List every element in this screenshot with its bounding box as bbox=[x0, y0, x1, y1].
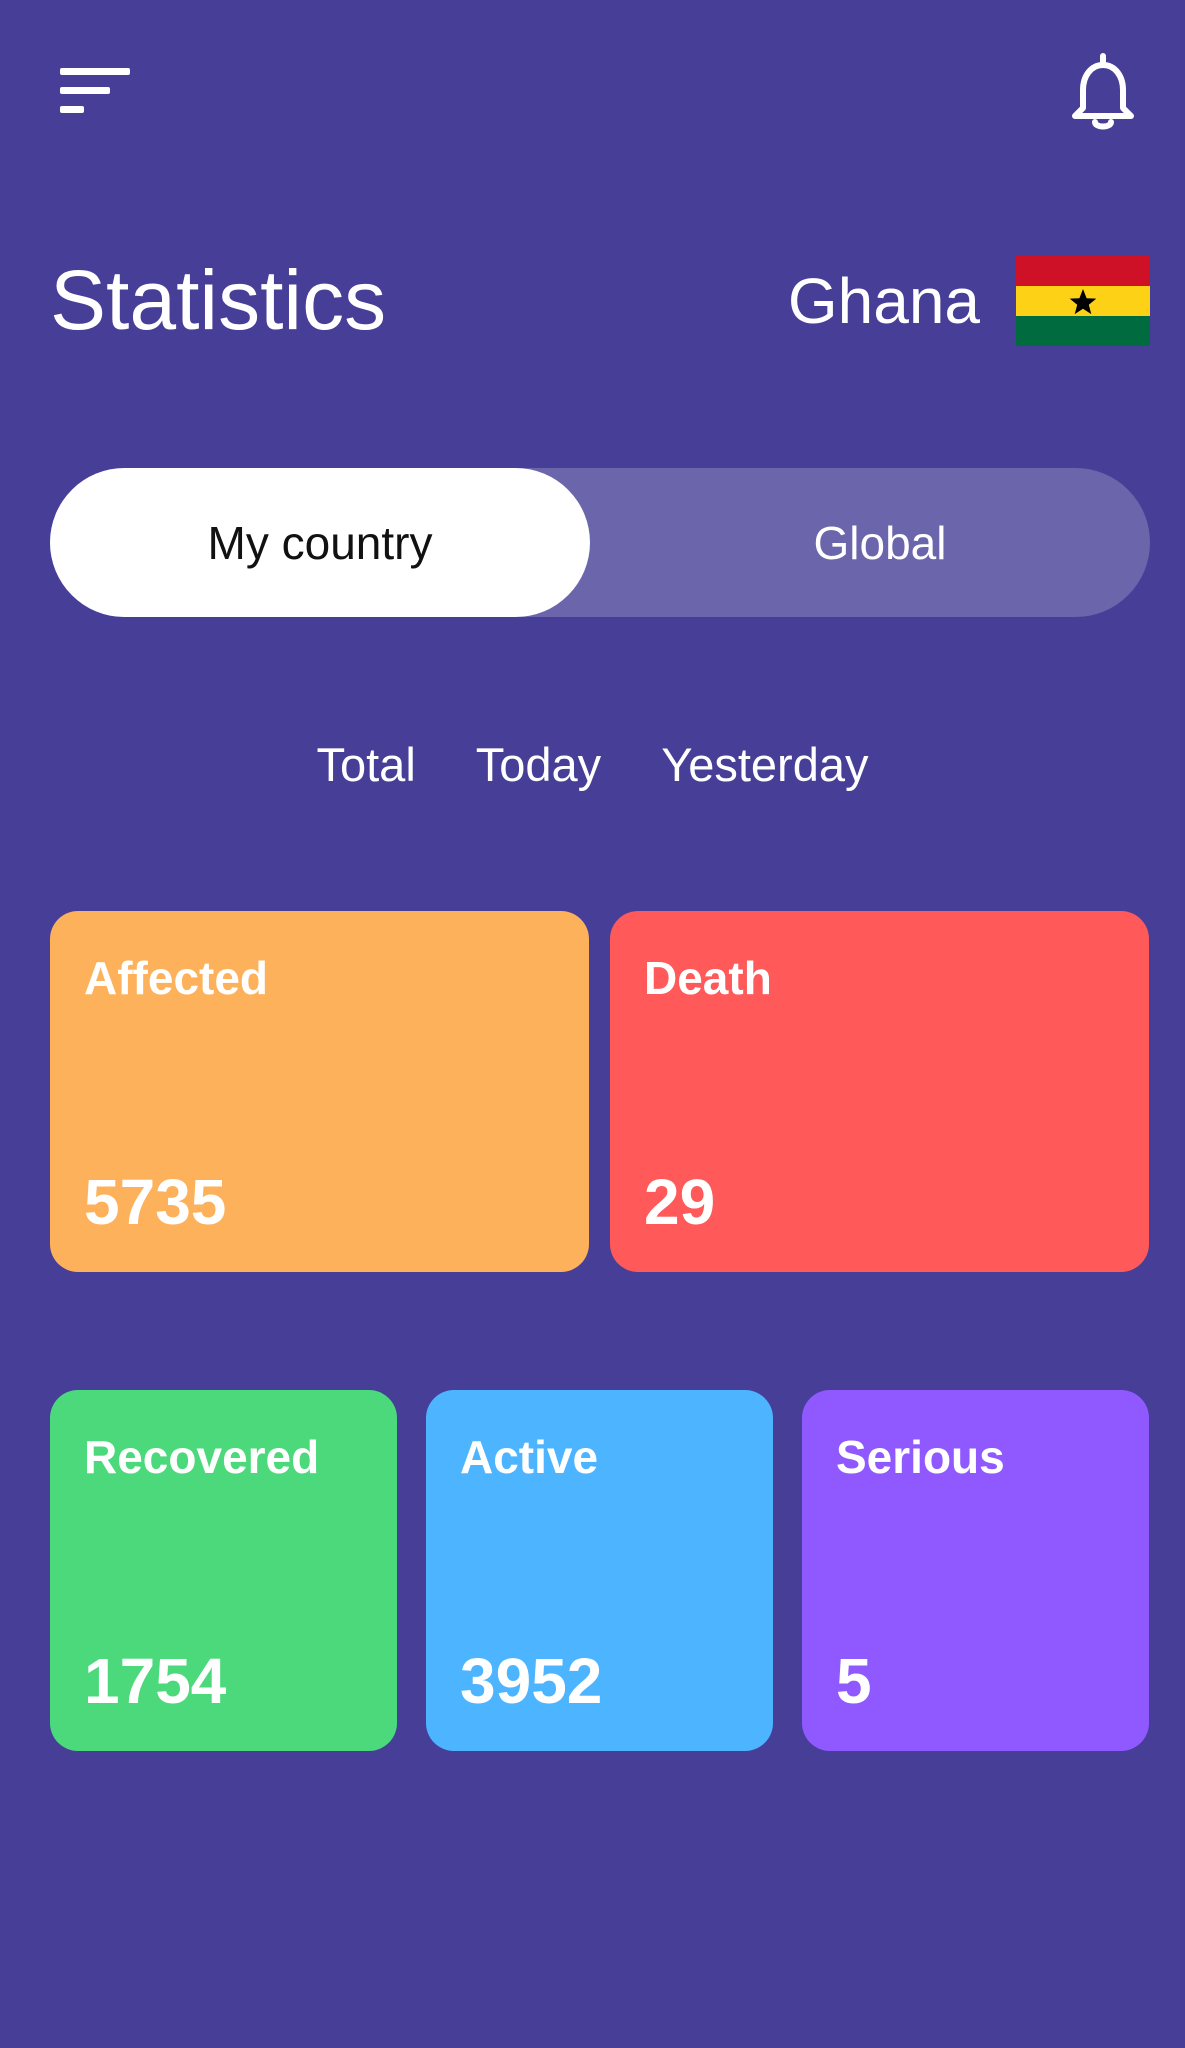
tab-my-country[interactable]: My country bbox=[50, 468, 590, 617]
recovered-card: Recovered 1754 bbox=[50, 1390, 397, 1751]
tab-global[interactable]: Global bbox=[610, 468, 1150, 617]
ghana-flag-icon bbox=[1016, 256, 1150, 346]
death-card: Death 29 bbox=[610, 911, 1149, 1272]
tab-yesterday[interactable]: Yesterday bbox=[661, 730, 868, 800]
tab-today[interactable]: Today bbox=[476, 730, 601, 800]
active-label: Active bbox=[460, 1431, 599, 1483]
death-value: 29 bbox=[644, 1166, 716, 1238]
affected-label: Affected bbox=[84, 952, 269, 1004]
menu-icon[interactable] bbox=[60, 68, 130, 116]
affected-card: Affected 5735 bbox=[50, 911, 589, 1272]
active-value: 3952 bbox=[460, 1645, 603, 1717]
serious-label: Serious bbox=[836, 1431, 1005, 1483]
death-label: Death bbox=[644, 952, 772, 1004]
scope-toggle: My country Global bbox=[50, 468, 1150, 617]
bell-icon[interactable] bbox=[1070, 52, 1136, 132]
page-title: Statistics bbox=[50, 253, 387, 347]
recovered-value: 1754 bbox=[84, 1645, 227, 1717]
period-tabs: Total Today Yesterday bbox=[0, 730, 1185, 800]
menu-line bbox=[60, 87, 110, 94]
country-selector[interactable]: Ghana bbox=[788, 256, 1150, 346]
menu-line bbox=[60, 68, 130, 75]
active-card: Active 3952 bbox=[426, 1390, 773, 1751]
recovered-label: Recovered bbox=[84, 1431, 320, 1483]
serious-card: Serious 5 bbox=[802, 1390, 1149, 1751]
tab-total[interactable]: Total bbox=[316, 730, 415, 800]
serious-value: 5 bbox=[836, 1645, 872, 1717]
country-name: Ghana bbox=[787, 265, 980, 337]
affected-value: 5735 bbox=[84, 1166, 227, 1238]
menu-line bbox=[60, 106, 84, 113]
